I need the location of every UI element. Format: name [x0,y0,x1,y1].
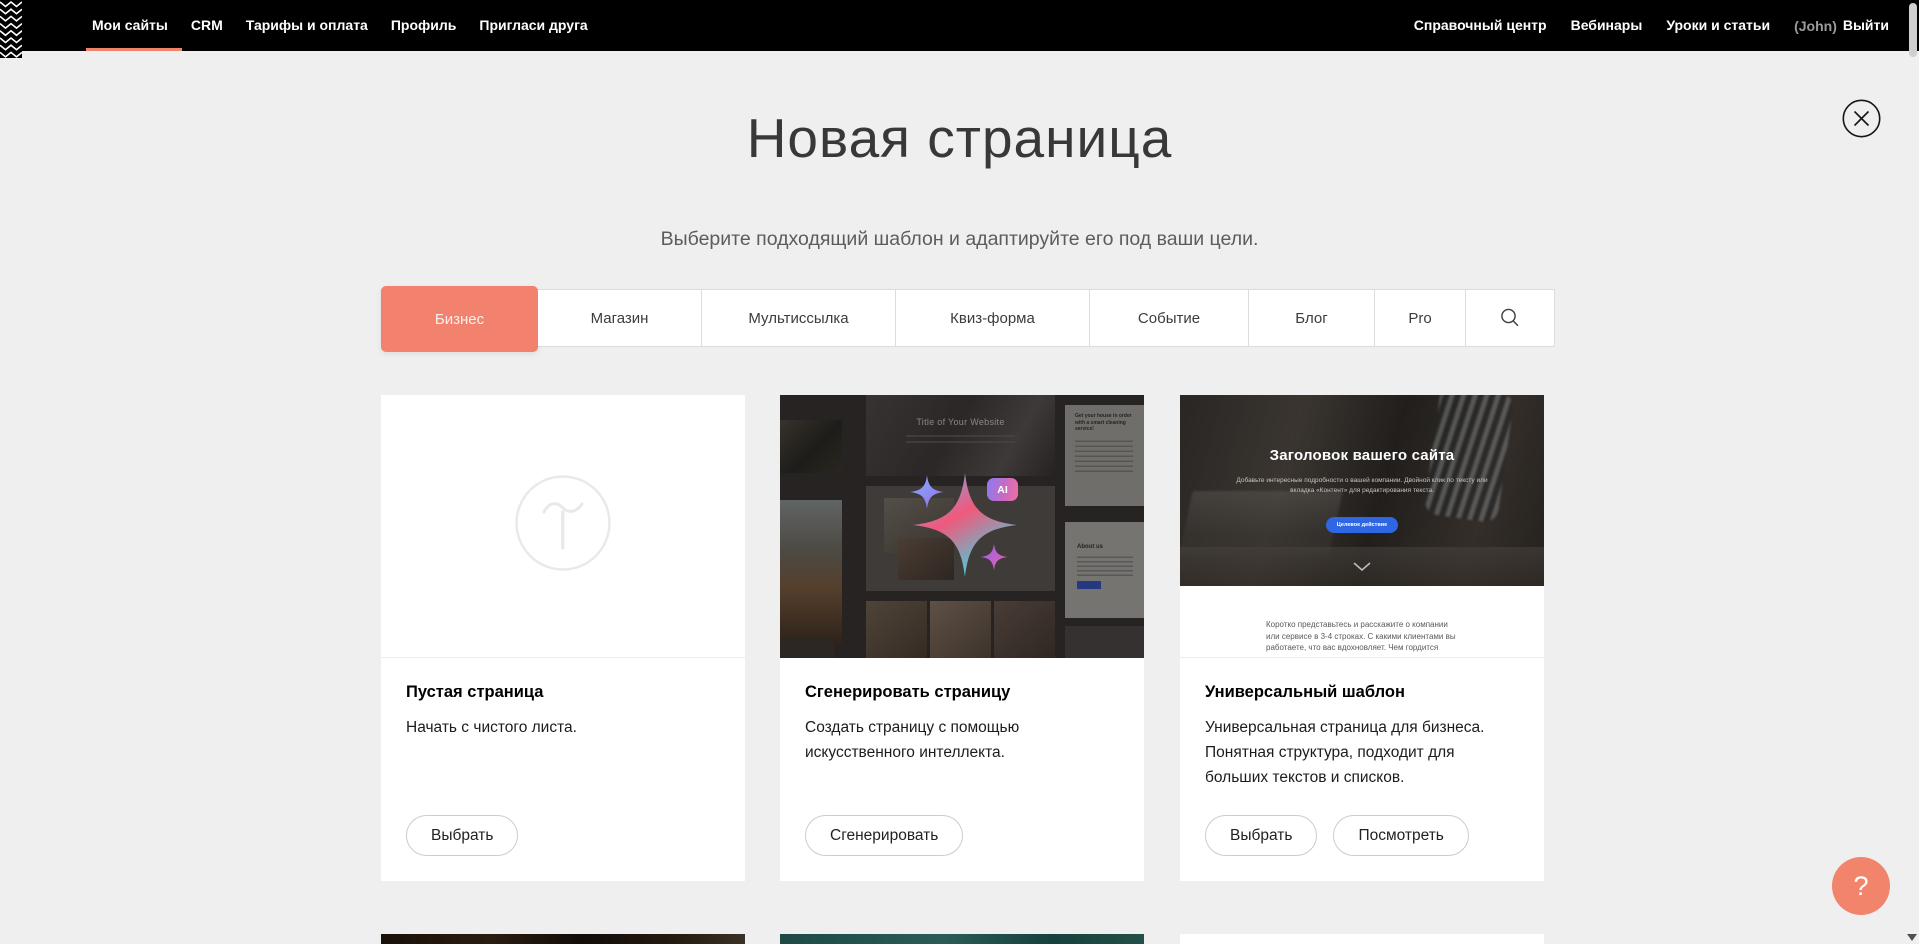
template-body-thumbnail: Коротко представьтесь и расскажите о ком… [1180,586,1544,658]
page-scrollbar[interactable] [1906,0,1919,944]
page-title: Новая страница [0,106,1919,170]
tab-pro[interactable]: Pro [1375,290,1466,346]
preview-body-text: Коротко представьтесь и расскажите о ком… [1266,619,1458,658]
template-card-partial-2 [780,934,1144,944]
blank-page-preview [381,395,745,658]
nav-item-profile[interactable]: Профиль [391,0,457,51]
nav-item-pricing[interactable]: Тарифы и оплата [246,0,368,51]
scrollbar-thumb[interactable] [1909,3,1917,57]
template-card-blank-page: Пустая страница Начать с чистого листа. … [381,395,745,881]
tab-multilink[interactable]: Мультиссылка [702,290,896,346]
nav-item-webinars[interactable]: Вебинары [1571,0,1643,51]
nav-item-my-sites[interactable]: Мои сайты [92,0,168,51]
card-actions: Сгенерировать [805,815,963,856]
preview-heading: Заголовок вашего сайта [1180,447,1544,464]
scrollbar-down-arrow-icon[interactable] [1907,934,1917,941]
ai-generate-preview: Title of Your Website Get your house in … [780,395,1144,658]
view-button[interactable]: Посмотреть [1333,815,1468,856]
tab-search[interactable] [1466,290,1554,346]
card-title: Универсальный шаблон [1205,683,1405,702]
top-navigation-bar: Мои сайты CRM Тарифы и оплата Профиль Пр… [0,0,1919,51]
nav-item-help-center[interactable]: Справочный центр [1414,0,1547,51]
preview-subtext: Добавьте интересные подробности о вашей … [1232,476,1492,496]
chevron-down-icon [1353,558,1371,576]
help-button[interactable]: ? [1832,857,1890,915]
tab-business[interactable]: Бизнес [381,286,538,352]
template-card-ai-generate: Title of Your Website Get your house in … [780,395,1144,881]
template-card-universal: Заголовок вашего сайта Добавьте интересн… [1180,395,1544,881]
card-description: Создать страницу с помощью искусственног… [805,715,1105,765]
tilda-watermark-icon [514,474,612,572]
template-category-tabs: Бизнес Магазин Мультиссылка Квиз-форма С… [381,289,1555,347]
search-icon [1499,307,1521,329]
card-title: Сгенерировать страницу [805,683,1010,702]
template-hero-thumbnail: Заголовок вашего сайта Добавьте интересн… [1180,395,1544,586]
card-actions: Выбрать Посмотреть [1205,815,1469,856]
template-card-partial-1 [381,934,745,944]
zigzag-pattern [0,0,22,58]
main-nav: Мои сайты CRM Тарифы и оплата Профиль Пр… [92,0,588,51]
template-card-partial-3 [1180,934,1544,944]
tab-event[interactable]: Событие [1090,290,1249,346]
nav-item-lessons[interactable]: Уроки и статьи [1666,0,1770,51]
generate-button[interactable]: Сгенерировать [805,815,963,856]
ai-badge: AI [987,478,1018,501]
universal-template-preview: Заголовок вашего сайта Добавьте интересн… [1180,395,1544,658]
secondary-nav: Справочный центр Вебинары Уроки и статьи… [1414,0,1889,51]
card-description: Универсальная страница для бизнеса. Поня… [1205,715,1505,790]
logout-link[interactable]: Выйти [1843,0,1889,51]
choose-button[interactable]: Выбрать [1205,815,1317,856]
new-page-screen: Мои сайты CRM Тарифы и оплата Профиль Пр… [0,0,1919,944]
preview-cta-button: Целевое действие [1326,517,1398,533]
card-description: Начать с чистого листа. [406,715,706,740]
ai-sparkles-icon [898,458,1038,598]
card-actions: Выбрать [406,815,518,856]
choose-button[interactable]: Выбрать [406,815,518,856]
card-title: Пустая страница [406,683,543,702]
tab-quiz-form[interactable]: Квиз-форма [896,290,1090,346]
tab-blog[interactable]: Блог [1249,290,1375,346]
page-subtitle: Выберите подходящий шаблон и адаптируйте… [0,228,1919,251]
user-name-label: (John) [1794,18,1837,34]
tab-store[interactable]: Магазин [538,290,702,346]
nav-item-crm[interactable]: CRM [191,0,223,51]
nav-item-invite-friend[interactable]: Пригласи друга [479,0,587,51]
